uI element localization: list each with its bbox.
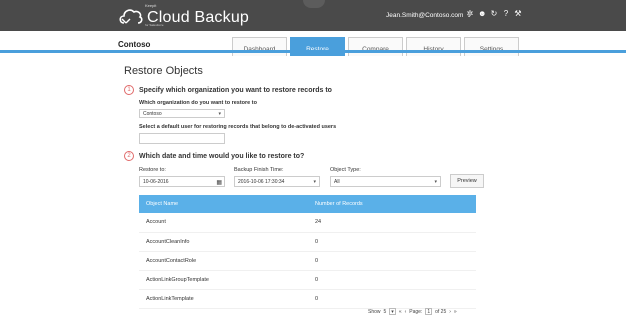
tab-dashboard[interactable]: Dashboard xyxy=(232,37,287,56)
step-1-heading: 1 Specify which organization you want to… xyxy=(124,85,332,95)
record-count-cell: 0 xyxy=(308,289,476,309)
object-name-cell: AccountContactRole xyxy=(139,251,308,271)
restore-date-field[interactable]: 10-06-2016 ▦ xyxy=(139,176,225,187)
default-user-label: Select a default user for restoring reco… xyxy=(139,124,337,130)
page-number-input[interactable]: 1 xyxy=(425,308,433,315)
tab-restore[interactable]: Restore xyxy=(290,37,345,56)
chevron-down-icon: ▾ xyxy=(218,111,221,117)
objects-table: Object Name Number of Records Account 24… xyxy=(139,195,476,309)
user-icon[interactable]: ☻ xyxy=(478,9,486,18)
tab-settings[interactable]: Settings xyxy=(464,37,519,56)
object-type-label: Object Type: xyxy=(330,167,361,173)
step-title: Which date and time would you like to re… xyxy=(139,152,305,160)
object-type-value: All xyxy=(334,179,340,185)
table-row[interactable]: Account 24 xyxy=(139,213,476,233)
preview-button[interactable]: Preview xyxy=(450,174,484,188)
calendar-icon[interactable]: ▦ xyxy=(216,178,222,188)
finish-time-select[interactable]: 2016-10-06 17:30:34 ▾ xyxy=(234,176,320,187)
finish-time-label: Backup Finish Time: xyxy=(234,167,284,173)
top-bar: Keepit Cloud Backup for Salesforce Jean.… xyxy=(0,0,626,31)
org-select[interactable]: Contoso ▾ xyxy=(139,109,225,118)
step-2-heading: 2 Which date and time would you like to … xyxy=(124,151,304,161)
tab-history[interactable]: History xyxy=(406,37,461,56)
next-page-button[interactable]: › xyxy=(449,309,451,315)
step-number: 1 xyxy=(124,85,134,95)
tab-compare[interactable]: Compare xyxy=(348,37,403,56)
restore-date-value: 10-06-2016 xyxy=(143,179,169,185)
app-logo[interactable]: Keepit Cloud Backup for Salesforce xyxy=(118,3,249,28)
restore-to-label: Restore to: xyxy=(139,167,166,173)
nav-underline xyxy=(0,50,626,53)
brand-label: Keepit xyxy=(145,3,157,8)
step-number: 2 xyxy=(124,151,134,161)
step-title: Specify which organization you want to r… xyxy=(139,86,332,94)
object-name-cell: AccountCleanInfo xyxy=(139,232,308,252)
table-row[interactable]: ActionLinkTemplate 0 xyxy=(139,289,476,309)
org-name: Contoso xyxy=(118,40,151,49)
object-name-cell: ActionLinkGroupTemplate xyxy=(139,270,308,290)
nav-row: Contoso Dashboard Restore Compare Histor… xyxy=(0,37,626,56)
table-row[interactable]: AccountCleanInfo 0 xyxy=(139,232,476,252)
table-row[interactable]: ActionLinkGroupTemplate 0 xyxy=(139,270,476,290)
page-title: Restore Objects xyxy=(124,65,203,77)
column-header[interactable]: Number of Records xyxy=(308,195,476,213)
top-icons: ✲ ☻ ↻ ? ⚒ xyxy=(466,9,522,18)
column-header[interactable]: Object Name xyxy=(139,195,308,213)
tab-bar: Dashboard Restore Compare History Settin… xyxy=(232,37,519,56)
last-page-button[interactable]: » xyxy=(454,309,457,315)
record-count-cell: 0 xyxy=(308,232,476,252)
page-count: of 25 xyxy=(435,308,447,315)
object-name-cell: ActionLinkTemplate xyxy=(139,289,308,309)
show-label: Show xyxy=(368,308,381,315)
pagination: Show 5 ▾ « ‹ Page: 1 of 25 › » xyxy=(368,308,457,315)
org-select-value: Contoso xyxy=(143,111,162,117)
page-size-value: 5 xyxy=(383,308,387,315)
gear-icon[interactable]: ✲ xyxy=(466,9,474,18)
default-user-field[interactable] xyxy=(139,133,225,144)
chevron-down-icon: ▾ xyxy=(434,179,437,185)
wrench-icon[interactable]: ⚒ xyxy=(514,9,522,18)
org-label: Which organization do you want to restor… xyxy=(139,100,257,106)
user-email: Jean.Smith@Contoso.com xyxy=(386,11,464,19)
table-header-row: Object Name Number of Records xyxy=(139,195,476,213)
app-subtitle: for Salesforce xyxy=(145,23,164,27)
cloud-icon xyxy=(119,9,143,24)
page-label: Page: xyxy=(409,308,423,315)
record-count-cell: 24 xyxy=(308,213,476,233)
table-row[interactable]: AccountContactRole 0 xyxy=(139,251,476,271)
page-size-select[interactable]: ▾ xyxy=(389,308,396,315)
finish-time-value: 2016-10-06 17:30:34 xyxy=(238,179,285,185)
first-page-button[interactable]: « xyxy=(399,309,402,315)
object-name-cell: Account xyxy=(139,213,308,233)
object-type-select[interactable]: All ▾ xyxy=(330,176,441,187)
top-notch xyxy=(303,0,325,8)
prev-page-button[interactable]: ‹ xyxy=(405,309,407,315)
refresh-icon[interactable]: ↻ xyxy=(490,9,498,18)
chevron-down-icon: ▾ xyxy=(313,179,316,185)
help-icon[interactable]: ? xyxy=(502,9,510,18)
record-count-cell: 0 xyxy=(308,251,476,271)
user-menu[interactable]: Jean.Smith@Contoso.com ⌄ xyxy=(386,11,472,20)
record-count-cell: 0 xyxy=(308,270,476,290)
